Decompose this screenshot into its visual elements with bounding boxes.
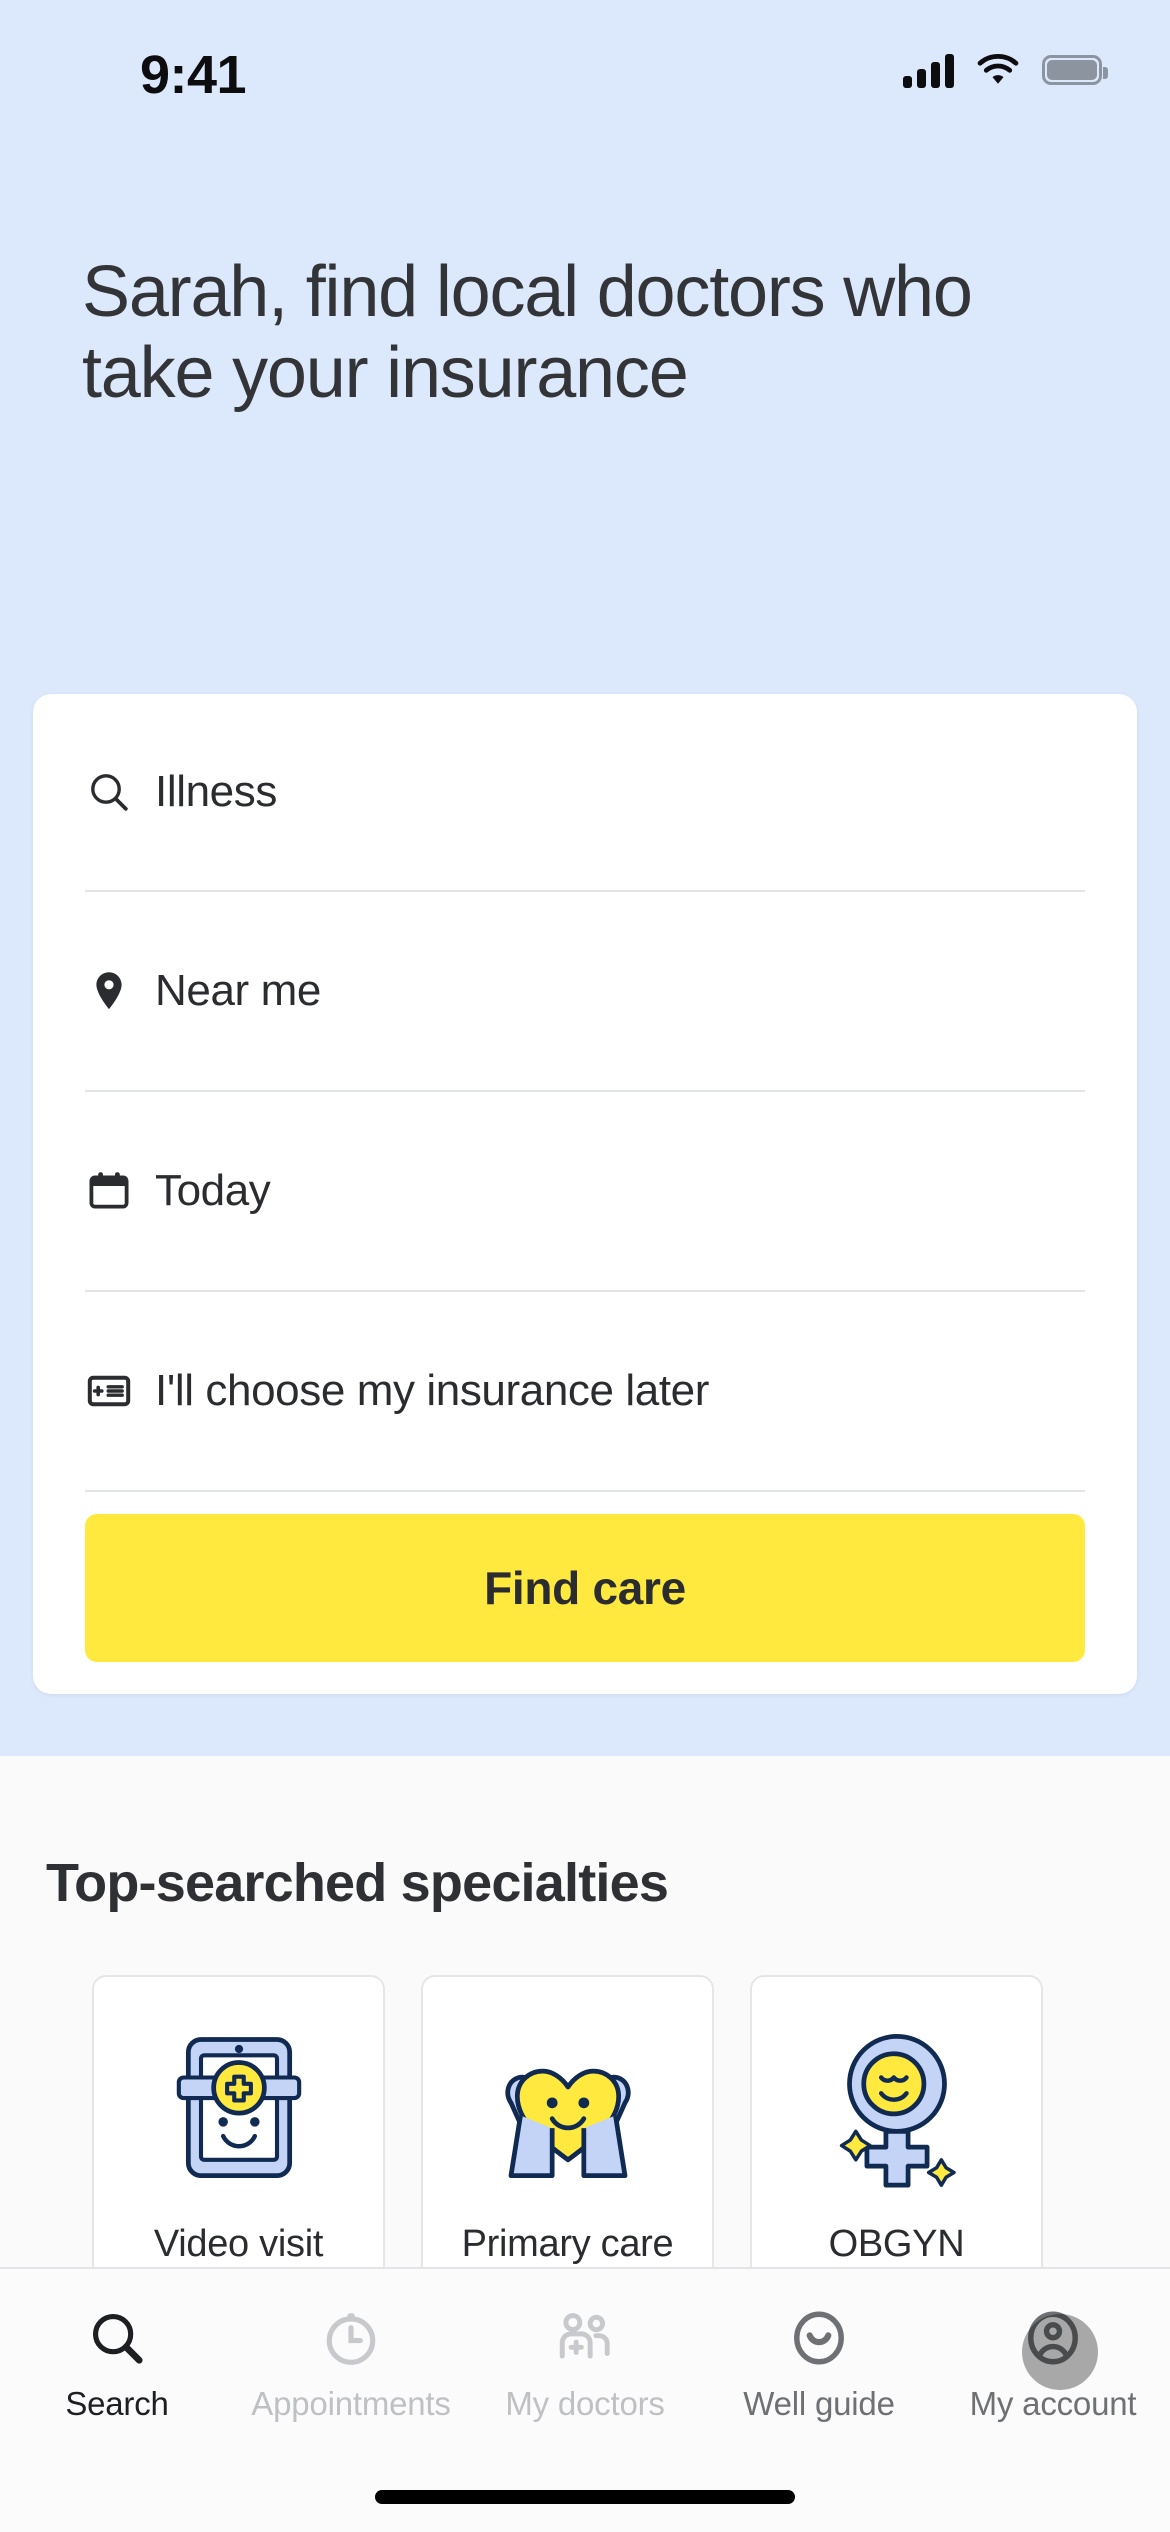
clock-icon: [326, 2313, 376, 2365]
tab-search[interactable]: Search: [0, 2307, 234, 2423]
tab-my-account-label: My account: [969, 2385, 1137, 2422]
wifi-icon: [977, 54, 1019, 84]
home-indicator[interactable]: [375, 2490, 795, 2504]
search-field-illness-label: Illness: [155, 767, 277, 816]
specialty-card-label: OBGYN: [828, 2223, 965, 2265]
location-pin-icon: [85, 967, 141, 1015]
female-symbol-smiley-illustration: [839, 2033, 956, 2188]
specialties-section-title: Top-searched specialties: [46, 1853, 669, 1913]
specialties-list: Video visit Primary care OBGYN: [92, 1975, 1043, 2305]
search-field-insurance[interactable]: I'll choose my insurance later: [85, 1292, 1085, 1492]
tablet-with-medical-cross-illustration: [176, 2037, 301, 2179]
battery-icon: [1042, 55, 1108, 85]
smiley-face-icon: [794, 2311, 844, 2365]
tab-my-doctors-label: My doctors: [505, 2385, 665, 2422]
tab-well-guide[interactable]: Well guide: [702, 2307, 936, 2423]
tab-appointments-label: Appointments: [251, 2385, 451, 2422]
search-field-location[interactable]: Near me: [85, 892, 1085, 1092]
calendar-icon: [85, 1167, 141, 1215]
people-plus-icon: [559, 2313, 610, 2359]
find-care-button[interactable]: Find care: [85, 1514, 1085, 1662]
app-screen: 9:41 Sarah, find local doctors who take …: [0, 0, 1170, 2532]
insurance-card-icon: [85, 1367, 141, 1415]
tab-my-doctors[interactable]: My doctors: [468, 2307, 702, 2423]
specialty-card-label: Primary care: [461, 2223, 674, 2265]
page-title: Sarah, find local doctors who take your …: [82, 252, 973, 413]
tab-appointments[interactable]: Appointments: [234, 2307, 468, 2423]
status-bar: 9:41: [0, 0, 1170, 130]
search-icon: [85, 768, 141, 816]
search-field-insurance-label: I'll choose my insurance later: [155, 1366, 709, 1415]
search-field-location-label: Near me: [155, 966, 321, 1015]
search-field-date-label: Today: [155, 1166, 271, 1215]
specialty-card-primary-care[interactable]: Primary care: [421, 1975, 714, 2305]
specialty-card-obgyn[interactable]: OBGYN: [750, 1975, 1043, 2305]
tab-well-guide-label: Well guide: [743, 2385, 895, 2422]
hands-holding-heart-illustration: [504, 2068, 631, 2179]
search-field-illness[interactable]: Illness: [85, 694, 1085, 892]
status-bar-clock: 9:41: [140, 45, 247, 105]
signal-bars-icon: [903, 52, 954, 88]
touch-indicator: [1022, 2314, 1098, 2390]
search-icon: [92, 2313, 143, 2364]
specialty-card-label: Video visit: [153, 2223, 324, 2265]
specialty-card-video-visit[interactable]: Video visit: [92, 1975, 385, 2305]
search-field-date[interactable]: Today: [85, 1092, 1085, 1292]
status-bar-icons: [903, 52, 1108, 88]
search-card: Illness Near me Today I'll choose my ins…: [33, 694, 1137, 1694]
tab-search-label: Search: [65, 2385, 169, 2422]
